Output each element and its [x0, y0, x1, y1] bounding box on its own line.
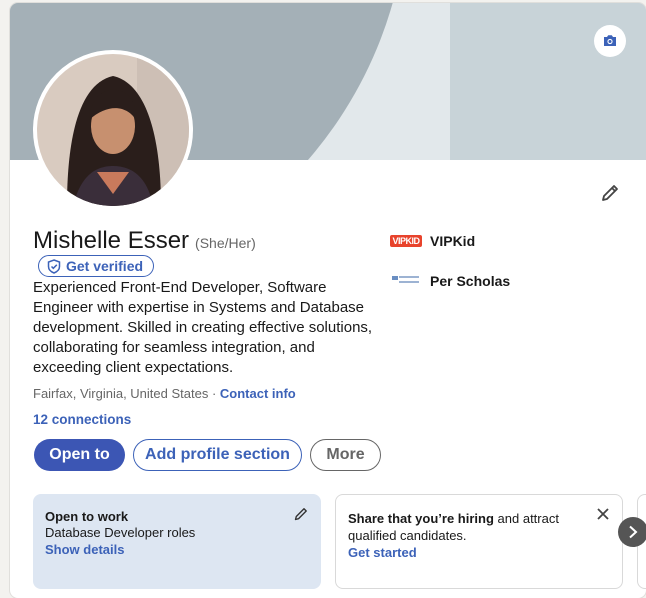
location-row: Fairfax, Virginia, United States · Conta…: [33, 386, 296, 401]
experience-name: Per Scholas: [430, 273, 511, 289]
profile-card: Mishelle Esser (She/Her) Get verified Ex…: [10, 3, 646, 598]
vipkid-logo: VIPKID: [390, 233, 422, 249]
shield-check-icon: [47, 258, 61, 274]
open-to-work-card[interactable]: Open to work Database Developer roles Sh…: [33, 494, 321, 589]
carousel-next-button[interactable]: [618, 517, 646, 547]
edit-open-to-work-button[interactable]: [293, 506, 309, 527]
hiring-card[interactable]: Share that you’re hiring and attract qua…: [335, 494, 623, 589]
close-icon: [597, 508, 609, 520]
experience-list: VIPKID VIPKid Per Scholas: [390, 229, 510, 309]
profile-headline: Experienced Front-End Developer, Softwar…: [33, 279, 373, 376]
pencil-icon: [294, 508, 307, 521]
pencil-icon: [602, 185, 618, 201]
hiring-title-bold: Share that you’re hiring: [348, 511, 494, 526]
contact-info-link[interactable]: Contact info: [220, 386, 296, 401]
profile-pronouns: (She/Her): [195, 235, 256, 251]
experience-item-per-scholas[interactable]: Per Scholas: [390, 269, 510, 293]
profile-name: Mishelle Esser: [33, 227, 190, 254]
per-scholas-logo: [390, 273, 422, 289]
location-separator: ·: [208, 386, 220, 401]
get-started-link[interactable]: Get started: [348, 544, 610, 561]
profile-photo-image: [37, 54, 189, 206]
name-row: Mishelle Esser (She/Her): [33, 227, 256, 255]
camera-icon: [604, 35, 616, 46]
profile-photo[interactable]: [33, 50, 193, 210]
open-to-work-title: Open to work: [45, 509, 129, 524]
chevron-right-icon: [629, 525, 638, 539]
vipkid-logo-text: VIPKID: [390, 235, 422, 247]
profile-location: Fairfax, Virginia, United States: [33, 386, 209, 401]
hiring-text: Share that you’re hiring and attract qua…: [348, 510, 610, 544]
open-to-button[interactable]: Open to: [34, 439, 125, 471]
get-verified-label: Get verified: [66, 258, 144, 274]
open-to-work-roles: Database Developer roles: [45, 525, 196, 540]
experience-item-vipkid[interactable]: VIPKID VIPKid: [390, 229, 510, 253]
edit-intro-button[interactable]: [596, 179, 624, 207]
more-button[interactable]: More: [310, 439, 381, 471]
add-profile-section-button[interactable]: Add profile section: [133, 439, 302, 471]
connections-link[interactable]: 12 connections: [33, 412, 131, 427]
edit-banner-button[interactable]: [594, 25, 626, 57]
experience-name: VIPKid: [430, 233, 476, 249]
show-details-link[interactable]: Show details: [45, 541, 309, 558]
get-verified-button[interactable]: Get verified: [38, 255, 155, 277]
dismiss-hiring-card-button[interactable]: [596, 507, 610, 526]
